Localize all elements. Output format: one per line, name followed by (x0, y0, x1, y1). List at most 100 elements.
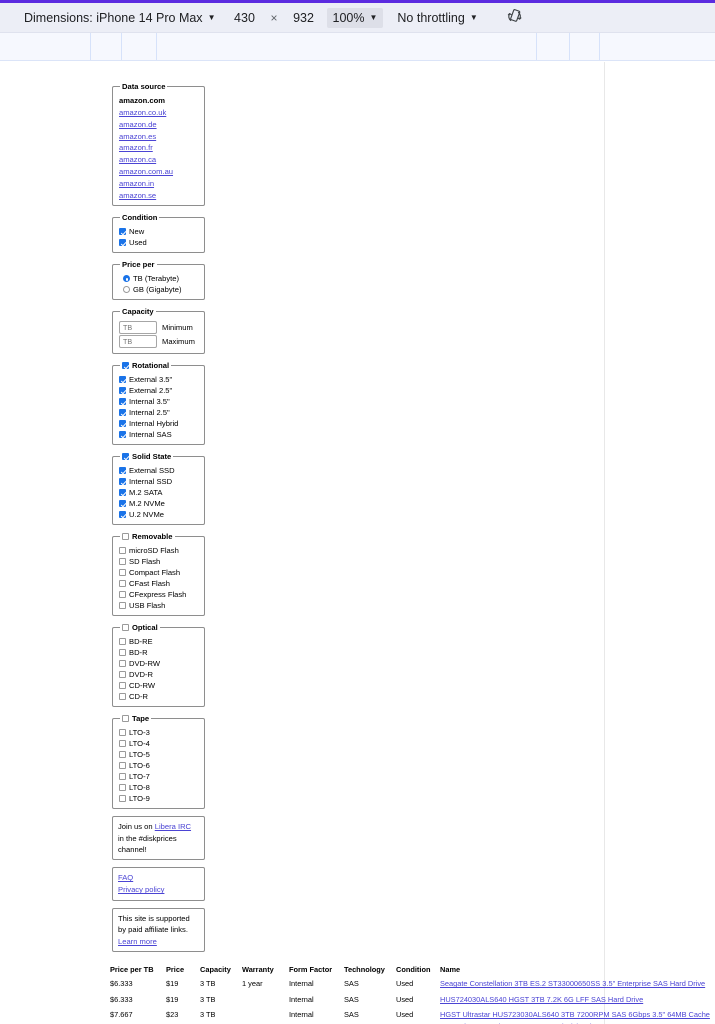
checkbox-icon[interactable] (119, 784, 126, 792)
filter-rotational-internal-25[interactable]: Internal 2.5" (119, 407, 200, 418)
filter-optical-bd-re[interactable]: BD-RE (119, 636, 200, 647)
data-source-link-amazon-co-uk[interactable]: amazon.co.uk (119, 107, 200, 119)
checkbox-icon[interactable] (119, 387, 126, 395)
affiliate-learn-more-link[interactable]: Learn more (118, 937, 157, 946)
viewport-height-input[interactable] (280, 9, 327, 26)
filter-ss-u2-nvme[interactable]: U.2 NVMe (119, 509, 200, 520)
checkbox-icon[interactable] (119, 398, 126, 406)
product-link[interactable]: Seagate Constellation 3TB ES.2 ST3300065… (440, 979, 705, 988)
capacity-maximum-input[interactable] (119, 335, 157, 349)
product-link[interactable]: HGST Ultrastar HUS723030ALS640 3TB 7200R… (440, 1010, 710, 1024)
data-source-link-amazon-com-au[interactable]: amazon.com.au (119, 166, 200, 178)
filter-group-optical-legend[interactable]: Optical (120, 623, 160, 632)
checkbox-icon[interactable] (119, 682, 126, 690)
filter-tape-lto-5[interactable]: LTO-5 (119, 749, 200, 760)
data-source-link-amazon-fr[interactable]: amazon.fr (119, 142, 200, 154)
checkbox-icon[interactable] (119, 671, 126, 679)
checkbox-icon[interactable] (119, 751, 126, 759)
checkbox-icon[interactable] (119, 239, 126, 247)
filter-tape-lto-8[interactable]: LTO-8 (119, 782, 200, 793)
filter-group-rotational-legend[interactable]: Rotational (120, 361, 171, 370)
radio-icon[interactable] (123, 286, 130, 294)
filter-removable-cfexpress-flash[interactable]: CFexpress Flash (119, 589, 200, 600)
data-source-link-amazon-de[interactable]: amazon.de (119, 119, 200, 131)
filter-tape-lto-9[interactable]: LTO-9 (119, 793, 200, 804)
capacity-minimum-input[interactable] (119, 321, 157, 335)
privacy-policy-link[interactable]: Privacy policy (118, 884, 199, 896)
filter-rotational-external-35[interactable]: External 3.5" (119, 374, 200, 385)
device-selector[interactable]: Dimensions: iPhone 14 Pro Max ▼ (18, 7, 221, 29)
column-header-price-per-tb[interactable]: Price per TB (110, 964, 166, 976)
filter-group-tape-legend[interactable]: Tape (120, 714, 151, 723)
viewport-width-input[interactable] (221, 9, 268, 26)
filter-removable-cfast-flash[interactable]: CFast Flash (119, 578, 200, 589)
zoom-selector[interactable]: 100% ▼ (326, 7, 384, 28)
checkbox-icon[interactable] (119, 511, 126, 519)
filter-optical-dvd-rw[interactable]: DVD-RW (119, 658, 200, 669)
checkbox-icon[interactable] (119, 591, 126, 599)
filter-removable-microsd-flash[interactable]: microSD Flash (119, 545, 200, 556)
checkbox-icon[interactable] (119, 376, 126, 384)
checkbox-icon[interactable] (122, 533, 129, 541)
irc-link[interactable]: Libera IRC (155, 822, 191, 831)
data-source-link-amazon-es[interactable]: amazon.es (119, 131, 200, 143)
filter-removable-compact-flash[interactable]: Compact Flash (119, 567, 200, 578)
radio-icon[interactable] (123, 275, 130, 283)
checkbox-icon[interactable] (119, 795, 126, 803)
checkbox-icon[interactable] (119, 228, 126, 236)
checkbox-icon[interactable] (122, 715, 129, 723)
filter-tape-lto-6[interactable]: LTO-6 (119, 760, 200, 771)
filter-optical-cd-r[interactable]: CD-R (119, 691, 200, 702)
filter-ss-m2-sata[interactable]: M.2 SATA (119, 487, 200, 498)
filter-tape-lto-4[interactable]: LTO-4 (119, 738, 200, 749)
filter-rotational-internal-sas[interactable]: Internal SAS (119, 429, 200, 440)
column-header-name[interactable]: Name (440, 964, 715, 976)
filter-ss-m2-nvme[interactable]: M.2 NVMe (119, 498, 200, 509)
column-header-technology[interactable]: Technology (344, 964, 396, 976)
filter-price-per-tb[interactable]: TB (Terabyte) (119, 273, 200, 284)
checkbox-icon[interactable] (122, 362, 129, 370)
checkbox-icon[interactable] (119, 580, 126, 588)
checkbox-icon[interactable] (122, 453, 129, 461)
rotate-device-button[interactable] (502, 7, 528, 29)
checkbox-icon[interactable] (122, 624, 129, 632)
checkbox-icon[interactable] (119, 649, 126, 657)
filter-removable-usb-flash[interactable]: USB Flash (119, 600, 200, 611)
filter-condition-used[interactable]: Used (119, 237, 200, 248)
checkbox-icon[interactable] (119, 431, 126, 439)
checkbox-icon[interactable] (119, 558, 126, 566)
filter-group-solid-state-legend[interactable]: Solid State (120, 452, 173, 461)
checkbox-icon[interactable] (119, 500, 126, 508)
filter-rotational-internal-35[interactable]: Internal 3.5" (119, 396, 200, 407)
data-source-link-amazon-in[interactable]: amazon.in (119, 178, 200, 190)
filter-tape-lto-3[interactable]: LTO-3 (119, 727, 200, 738)
data-source-link-amazon-se[interactable]: amazon.se (119, 190, 200, 202)
filter-price-per-gb[interactable]: GB (Gigabyte) (119, 284, 200, 295)
column-header-condition[interactable]: Condition (396, 964, 440, 976)
checkbox-icon[interactable] (119, 638, 126, 646)
filter-rotational-internal-hybrid[interactable]: Internal Hybrid (119, 418, 200, 429)
checkbox-icon[interactable] (119, 478, 126, 486)
checkbox-icon[interactable] (119, 773, 126, 781)
checkbox-icon[interactable] (119, 602, 126, 610)
checkbox-icon[interactable] (119, 740, 126, 748)
throttling-selector[interactable]: No throttling ▼ (391, 7, 483, 29)
filter-tape-lto-7[interactable]: LTO-7 (119, 771, 200, 782)
checkbox-icon[interactable] (119, 660, 126, 668)
filter-ss-internal-ssd[interactable]: Internal SSD (119, 476, 200, 487)
column-header-warranty[interactable]: Warranty (242, 964, 289, 976)
checkbox-icon[interactable] (119, 729, 126, 737)
checkbox-icon[interactable] (119, 569, 126, 577)
column-header-price[interactable]: Price (166, 964, 200, 976)
filter-optical-cd-rw[interactable]: CD-RW (119, 680, 200, 691)
product-link[interactable]: HUS724030ALS640 HGST 3TB 7.2K 6G LFF SAS… (440, 995, 643, 1004)
column-header-capacity[interactable]: Capacity (200, 964, 242, 976)
checkbox-icon[interactable] (119, 547, 126, 555)
filter-rotational-external-25[interactable]: External 2.5" (119, 385, 200, 396)
filter-ss-external-ssd[interactable]: External SSD (119, 465, 200, 476)
data-source-link-amazon-ca[interactable]: amazon.ca (119, 154, 200, 166)
checkbox-icon[interactable] (119, 467, 126, 475)
filter-group-removable-legend[interactable]: Removable (120, 532, 175, 541)
checkbox-icon[interactable] (119, 693, 126, 701)
filter-optical-dvd-r[interactable]: DVD-R (119, 669, 200, 680)
